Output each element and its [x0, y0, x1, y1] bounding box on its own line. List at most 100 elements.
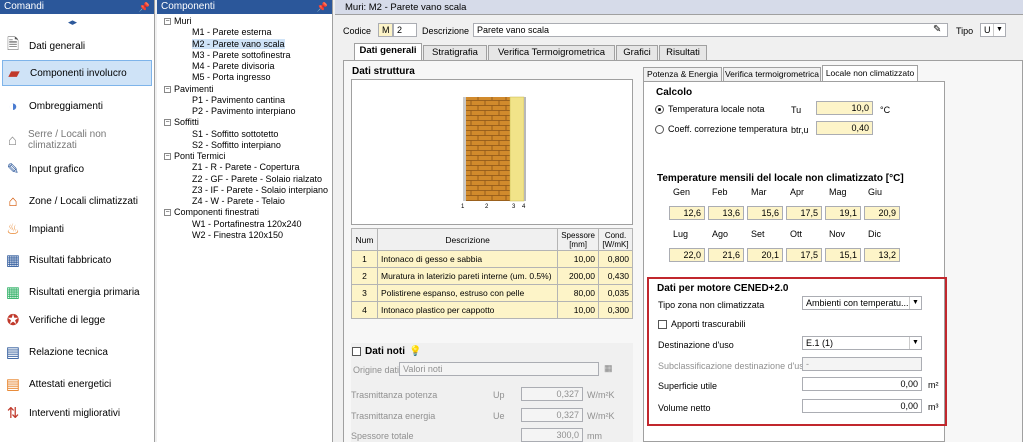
table-row[interactable]: 3 Polistirene espanso, estruso con pelle 8… [351, 284, 633, 302]
collapse-icon[interactable]: − [164, 119, 171, 127]
month-temp-input[interactable]: 17,5 [786, 248, 822, 262]
tipo-label: Tipo [956, 26, 974, 36]
table-row[interactable]: 1 Intonaco di gesso e sabbia 10,00 0,800 [351, 250, 633, 268]
checkbox[interactable] [658, 320, 667, 330]
tree-item[interactable]: Z2 - GF - Parete - Solaio rialzato [192, 174, 322, 185]
origine-input[interactable]: Valori noti [399, 362, 599, 376]
month-temp-input[interactable]: 21,6 [708, 248, 744, 262]
sidebar-item-dati-generali[interactable]: 🗎 Dati generali [2, 33, 152, 59]
sidebar-item-ombreggiamenti[interactable]: ◑ Ombreggiamenti [2, 93, 152, 119]
month-temp-input[interactable]: 15,6 [747, 206, 783, 220]
subtab-locale-non-climatizzato[interactable]: Locale non climatizzato [822, 65, 918, 82]
tab-stratigrafia[interactable]: Stratigrafia [423, 45, 487, 60]
table-row[interactable]: 2 Muratura in laterizio pareti interne (u… [351, 267, 633, 285]
sidebar-item-risultati-energia-primaria[interactable]: ▦ Risultati energia primaria [2, 279, 152, 305]
collapse-icon[interactable]: − [164, 85, 171, 93]
commands-title: Comandi [4, 1, 45, 12]
pin-icon[interactable]: 📌 [139, 0, 150, 14]
volume-input[interactable]: 0,00 [802, 399, 922, 413]
collapse-icon[interactable]: ◂▸ [68, 17, 77, 28]
superficie-input[interactable]: 0,00 [802, 377, 922, 391]
sidebar-item-label: Componenti involucro [30, 67, 127, 79]
collapse-icon[interactable]: − [164, 18, 171, 26]
collapse-icon[interactable]: − [164, 209, 171, 217]
month-temp-input[interactable]: 12,6 [669, 206, 705, 220]
pin-icon[interactable]: 📌 [317, 0, 328, 14]
tree-group[interactable]: − Muri [164, 16, 192, 27]
apporti-checkbox[interactable]: Apporti trascurabili [658, 319, 746, 330]
month-label: Mar [751, 187, 767, 197]
house-icon: ⌂ [8, 192, 18, 210]
tree-title: Componenti [161, 1, 215, 12]
edit-icon[interactable]: ✎ [933, 24, 941, 35]
tree-item[interactable]: S2 - Soffitto interpiano [192, 140, 281, 151]
sidebar-item-componenti-involucro[interactable]: ▰ Componenti involucro [2, 60, 152, 86]
tree-item[interactable]: P1 - Pavimento cantina [192, 95, 285, 106]
tree-item[interactable]: Z1 - R - Parete - Copertura [192, 162, 300, 173]
codice-input[interactable]: 2 [393, 23, 417, 37]
tree-item[interactable]: M1 - Parete esterna [192, 27, 272, 38]
tree-group[interactable]: − Ponti Termici [164, 151, 225, 162]
month-temp-input[interactable]: 15,1 [825, 248, 861, 262]
tree-item[interactable]: M4 - Parete divisoria [192, 61, 275, 72]
tree-item[interactable]: M2 - Parete vano scala [192, 38, 285, 50]
tree-item[interactable]: W2 - Finestra 120x150 [192, 230, 283, 241]
cell-num: 2 [351, 267, 378, 285]
tab-verifica-termoigrometrica[interactable]: Verifica Termoigrometrica [488, 45, 615, 60]
tree-item[interactable]: M3 - Parete sottofinestra [192, 50, 291, 61]
calculator-icon: ▦ [5, 252, 21, 269]
wall-icon: ▰ [8, 65, 20, 82]
tree-item[interactable]: P2 - Pavimento interpiano [192, 106, 296, 117]
sidebar-item-risultati-fabbricato[interactable]: ▦ Risultati fabbricato [2, 247, 152, 273]
layers-header-row: Num Descrizione Spessore [mm] Cond. [W/m… [351, 228, 633, 251]
month-temp-input[interactable]: 13,6 [708, 206, 744, 220]
sidebar-item-interventi-migliorativi[interactable]: ⇅ Interventi migliorativi [2, 400, 152, 426]
month-temp-input[interactable]: 19,1 [825, 206, 861, 220]
sidebar-item-serre-locali-non-climatizzati[interactable]: ⌂ Serre / Locali non climatizzati [2, 127, 152, 153]
tr-energia-symbol: Ue [493, 411, 505, 421]
month-temp-input[interactable]: 22,0 [669, 248, 705, 262]
radio-temperatura-nota[interactable]: Temperatura locale nota [655, 104, 765, 115]
sidebar-item-zone-locali-climatizzati[interactable]: ⌂ Zone / Locali climatizzati [2, 188, 152, 214]
checkbox[interactable] [352, 346, 361, 356]
descrizione-input[interactable]: Parete vano scala [473, 23, 948, 37]
sidebar-item-input-grafico[interactable]: ✎ Input grafico [2, 156, 152, 182]
tipo-zona-select[interactable]: Ambienti con temperatu... ▼ [802, 296, 922, 310]
tree-item[interactable]: M5 - Porta ingresso [192, 72, 271, 83]
radio-coeff-correzione[interactable]: Coeff. correzione temperatura [655, 124, 787, 135]
lightbulb-icon: 💡 [409, 346, 422, 357]
subtab-potenza-energia[interactable]: Potenza & Energia [643, 67, 722, 81]
sidebar-item-verifiche-di-legge[interactable]: ✪ Verifiche di legge [2, 307, 152, 333]
collapse-icon[interactable]: − [164, 153, 171, 161]
subclassificazione-select[interactable]: - [802, 357, 922, 371]
sidebar-item-relazione-tecnica[interactable]: ▤ Relazione tecnica [2, 339, 152, 365]
subtab-verifica-termoigrometrica[interactable]: Verifica termoigrometrica [723, 67, 821, 81]
destinazione-select[interactable]: E.1 (1) ▼ [802, 336, 922, 350]
table-row[interactable]: 4 Intonaco plastico per cappotto 10,00 0,30… [351, 301, 633, 319]
tree-item[interactable]: Z4 - W - Parete - Telaio [192, 196, 285, 207]
sidebar-item-impianti[interactable]: ♨ Impianti [2, 216, 152, 242]
tree-group[interactable]: − Componenti finestrati [164, 207, 259, 218]
tu-input[interactable]: 10,0 [816, 101, 873, 115]
month-temp-input[interactable]: 13,2 [864, 248, 900, 262]
tree-item[interactable]: Z3 - IF - Parete - Solaio interpiano [192, 185, 328, 196]
col-cond: Cond. [W/mK] [598, 228, 633, 251]
btr-input[interactable]: 0,40 [816, 121, 873, 135]
table-icon[interactable]: ▦ [604, 363, 613, 374]
month-temp-input[interactable]: 20,9 [864, 206, 900, 220]
sidebar-item-attestati-energetici[interactable]: ▤ Attestati energetici [2, 371, 152, 397]
tree-group[interactable]: − Pavimenti [164, 84, 214, 95]
tree-group[interactable]: − Soffitti [164, 117, 199, 128]
radio-on[interactable] [655, 105, 664, 115]
month-temp-input[interactable]: 17,5 [786, 206, 822, 220]
month-temp-input[interactable]: 20,1 [747, 248, 783, 262]
tree-item[interactable]: S1 - Soffitto sottotetto [192, 129, 278, 140]
tab-grafici[interactable]: Grafici [616, 45, 658, 60]
radio-off[interactable] [655, 125, 664, 135]
tab-risultati[interactable]: Risultati [659, 45, 707, 60]
tree-item[interactable]: W1 - Portafinestra 120x240 [192, 219, 302, 230]
volume-unit: m³ [928, 402, 939, 412]
tipo-select[interactable]: U ▼ [980, 23, 1006, 37]
tab-dati-generali[interactable]: Dati generali [354, 43, 422, 60]
dati-noti-checkbox[interactable]: Dati noti 💡 [352, 346, 421, 357]
